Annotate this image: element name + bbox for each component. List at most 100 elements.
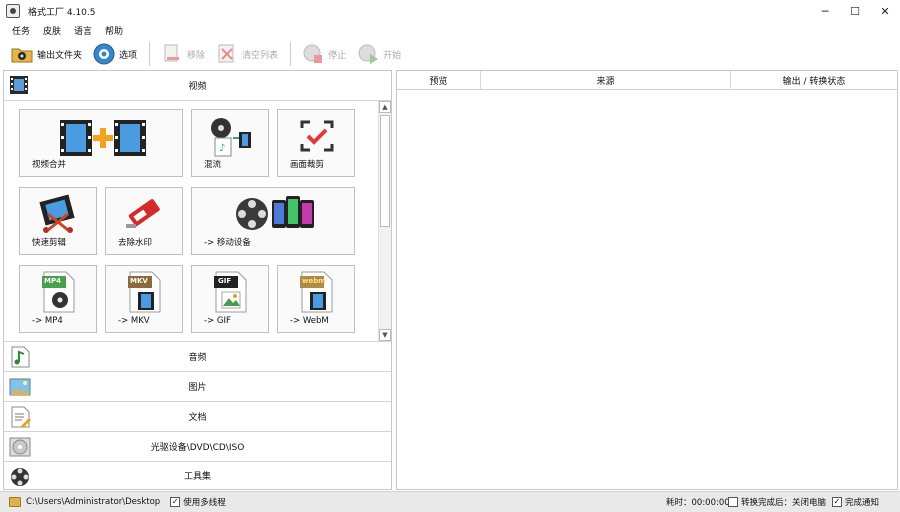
tool-quick-clip[interactable]: 快速剪辑 <box>19 187 97 255</box>
clear-list-label: 清空列表 <box>242 50 279 61</box>
column-output-status[interactable]: 输出 / 转换状态 <box>731 71 897 90</box>
category-label: 图片 <box>188 383 207 393</box>
task-list-panel: 预览 来源 输出 / 转换状态 <box>396 70 898 490</box>
remove-button[interactable]: 移除 <box>156 40 209 68</box>
mux-icon: ♪ <box>211 118 251 157</box>
tile-label: 快速剪辑 <box>32 238 67 248</box>
output-folder-label: 输出文件夹 <box>37 50 83 61</box>
close-button[interactable]: ✕ <box>870 0 900 22</box>
menu-language[interactable]: 语言 <box>74 24 92 37</box>
options-button[interactable]: 选项 <box>88 40 141 68</box>
category-toolbox[interactable]: 工具集 <box>4 461 391 489</box>
stop-icon <box>303 44 323 63</box>
tile-label: -> GIF <box>204 316 231 326</box>
category-document[interactable]: 文档 <box>4 401 391 431</box>
tile-label: -> MKV <box>118 316 150 326</box>
tool-crop[interactable]: 画面裁剪 <box>277 109 355 177</box>
tool-to-mkv[interactable]: MKV -> MKV <box>105 265 183 333</box>
window-controls: ─ ☐ ✕ <box>810 0 900 22</box>
mp4-badge: MP4 <box>44 277 61 285</box>
tool-mux[interactable]: ♪ 混流 <box>191 109 269 177</box>
output-folder-button[interactable]: 输出文件夹 <box>6 40 86 68</box>
scroll-up-icon[interactable]: ▲ <box>379 101 391 113</box>
notify-option[interactable]: ✓ 完成通知 <box>832 496 879 508</box>
elapsed-time: 耗时：00:00:00 <box>666 498 730 508</box>
category-video[interactable]: 视频 <box>4 71 391 101</box>
scroll-thumb[interactable] <box>380 115 390 227</box>
tile-label: -> WebM <box>290 316 329 326</box>
clear-list-button[interactable]: 清空列表 <box>211 40 282 68</box>
minimize-button[interactable]: ─ <box>810 0 840 22</box>
folder-icon <box>9 497 21 507</box>
multithread-option[interactable]: ✓ 使用多线程 <box>170 496 226 508</box>
category-label: 视频 <box>188 82 207 92</box>
tool-video-merge[interactable]: 视频合并 <box>19 109 183 177</box>
scroll-down-icon[interactable]: ▼ <box>379 329 391 341</box>
toolbox-icon <box>11 468 29 486</box>
column-source[interactable]: 来源 <box>481 71 731 90</box>
category-label: 音频 <box>188 353 207 363</box>
video-merge-icon <box>60 120 146 156</box>
mkv-badge: MKV <box>130 277 148 285</box>
tile-label: -> MP4 <box>32 316 63 326</box>
after-complete-label: 转换完成后：关闭电脑 <box>741 498 827 508</box>
after-complete-checkbox[interactable] <box>728 497 738 507</box>
category-audio[interactable]: 音频 <box>4 341 391 371</box>
multithread-label: 使用多线程 <box>183 498 226 508</box>
category-picture[interactable]: 图片 <box>4 371 391 401</box>
video-category-icon <box>10 76 28 94</box>
output-folder-icon <box>11 48 33 63</box>
menu-task[interactable]: 任务 <box>12 24 30 37</box>
start-button[interactable]: 开始 <box>352 40 405 68</box>
toolbar-separator <box>290 42 292 66</box>
multithread-checkbox[interactable]: ✓ <box>170 497 181 507</box>
stop-button[interactable]: 停止 <box>297 40 350 68</box>
app-icon <box>6 4 20 18</box>
document-icon <box>11 406 31 428</box>
category-disc[interactable]: 光驱设备\DVD\CD\ISO <box>4 431 391 461</box>
tile-label: 去除水印 <box>118 238 153 248</box>
tool-remove-watermark[interactable]: 去除水印 <box>105 187 183 255</box>
quick-clip-icon <box>39 194 75 233</box>
output-path[interactable]: C:\Users\Administrator\Desktop <box>26 497 160 507</box>
tool-to-webm[interactable]: webm -> WebM <box>277 265 355 333</box>
window-title: 格式工厂 4.10.5 <box>28 7 96 18</box>
task-table-header: 预览 来源 输出 / 转换状态 <box>397 71 897 90</box>
mobile-device-icon <box>236 196 314 230</box>
tile-label: 混流 <box>204 160 222 170</box>
crop-icon <box>300 120 334 152</box>
gif-badge: GIF <box>218 277 232 285</box>
tile-label: -> 移动设备 <box>204 238 251 248</box>
menu-bar: 任务 皮肤 语言 帮助 <box>0 22 900 38</box>
category-label: 文档 <box>188 413 207 423</box>
options-icon <box>93 43 115 65</box>
tool-mobile-device[interactable]: -> 移动设备 <box>191 187 355 255</box>
stop-label: 停止 <box>328 50 347 61</box>
start-label: 开始 <box>383 50 402 61</box>
toolbar: 输出文件夹 选项 移除 清空列表 停止 开始 <box>0 38 900 70</box>
tile-label: 视频合并 <box>32 160 67 170</box>
options-label: 选项 <box>119 50 138 61</box>
title-bar: 格式工厂 4.10.5 ─ ☐ ✕ <box>0 0 900 22</box>
category-label: 光驱设备\DVD\CD\ISO <box>150 443 245 453</box>
picture-icon <box>9 378 31 396</box>
function-panel: 视频 视频合并 ♪ 混流 画面裁剪 快速剪辑 去除水印 -> 移动设备 MP4 … <box>3 70 392 490</box>
remove-watermark-icon <box>126 199 160 228</box>
after-complete-option[interactable]: 转换完成后：关闭电脑 <box>728 496 826 508</box>
video-scrollbar[interactable]: ▲ ▼ <box>378 101 391 341</box>
column-preview[interactable]: 预览 <box>397 71 481 90</box>
disc-icon <box>9 437 31 457</box>
audio-icon <box>11 346 30 368</box>
webm-badge: webm <box>302 277 326 285</box>
maximize-button[interactable]: ☐ <box>840 0 870 22</box>
notify-label: 完成通知 <box>845 498 880 508</box>
menu-help[interactable]: 帮助 <box>105 24 123 37</box>
tool-to-mp4[interactable]: MP4 -> MP4 <box>19 265 97 333</box>
toolbar-separator <box>149 42 151 66</box>
tool-to-gif[interactable]: GIF -> GIF <box>191 265 269 333</box>
menu-skin[interactable]: 皮肤 <box>43 24 61 37</box>
status-bar: C:\Users\Administrator\Desktop ✓ 使用多线程 耗… <box>0 491 900 512</box>
start-icon <box>358 44 379 64</box>
clear-list-icon <box>218 44 234 63</box>
notify-checkbox[interactable]: ✓ <box>832 497 842 507</box>
